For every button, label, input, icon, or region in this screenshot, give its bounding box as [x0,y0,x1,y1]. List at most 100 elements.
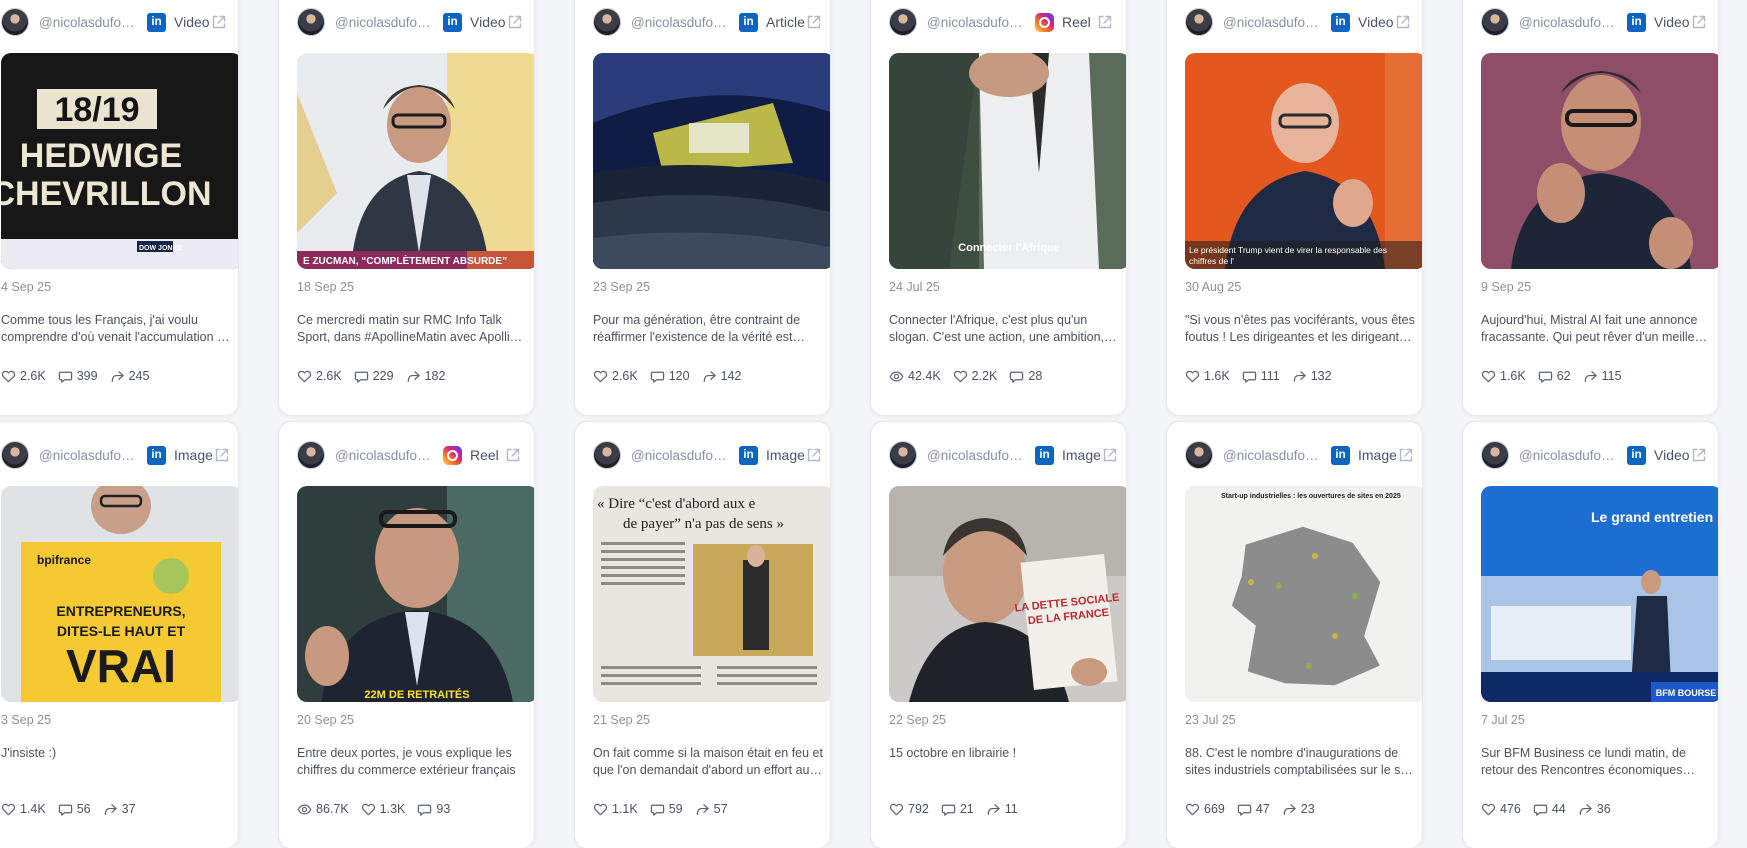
post-thumbnail[interactable]: Le président Trump vient de virer la res… [1185,53,1422,269]
stat-comments: 47 [1237,802,1270,817]
author-handle[interactable]: @nicolasdufourcq [927,448,1030,463]
linkedin-icon: in [443,12,462,32]
stat-likes: 1.6K [1481,369,1526,384]
author-handle[interactable]: @nicolasdufourcq [1223,15,1326,30]
external-link-icon[interactable] [1397,446,1415,464]
share-icon [111,370,124,382]
comment-icon [418,804,432,816]
author-handle[interactable]: @nicolasdufourcq [1519,15,1622,30]
stat-shares: 57 [695,802,728,817]
external-link-icon[interactable] [504,446,522,464]
stat-likes: 1.6K [1185,369,1230,384]
post-caption: "Si vous n'êtes pas vociférants, vous êt… [1185,313,1415,344]
stat-value: 142 [720,369,742,383]
stat-likes: 669 [1185,802,1225,817]
stat-value: 59 [668,802,683,816]
external-link-icon[interactable] [213,446,231,464]
author-handle[interactable]: @nicolasdufourcq [39,15,142,30]
post-thumbnail[interactable]: Connecter l'Afrique [889,53,1126,269]
external-link-icon[interactable] [805,13,823,31]
post-thumbnail[interactable] [1481,53,1718,269]
post-thumbnail[interactable]: 22M DE RETRAITÉS [297,486,534,702]
comment-icon [58,371,72,383]
stat-value: 2.6K [20,369,46,383]
post-card[interactable]: @nicolasdufourcq in Video 18/19 HEDWIGE … [0,0,239,416]
author-handle[interactable]: @nicolasdufourcq [335,15,438,30]
heart-icon [297,370,312,382]
post-stats: 1.4K 56 37 [1,800,148,818]
post-card[interactable]: @nicolasdufourcq Reel 22M DE RETRAITÉS 2… [278,421,535,848]
post-thumbnail[interactable]: E ZUCMAN, “COMPLÈTEMENT ABSURDE” [297,53,534,269]
author-handle[interactable]: @nicolasdufourcq [335,448,438,463]
stat-value: 792 [908,802,929,816]
author-handle[interactable]: @nicolasdufourcq [39,448,142,463]
post-thumbnail[interactable] [593,53,830,269]
avatar [1,8,29,36]
post-stats: 2.6K 229 182 [297,367,457,385]
post-type-label: Image [1062,447,1101,463]
stat-shares: 115 [1583,369,1622,384]
svg-text:18/19: 18/19 [54,91,139,129]
eye-icon [297,803,312,815]
post-card[interactable]: @nicolasdufourcq in Image Start-up indus… [1166,421,1423,848]
author-handle[interactable]: @nicolasdufourcq [1519,448,1622,463]
post-card[interactable]: @nicolasdufourcq in Article 23 Sep 25 Po… [574,0,831,416]
post-caption: Pour ma génération, être contraint de ré… [593,313,801,344]
external-link-icon[interactable] [210,13,228,31]
post-card[interactable]: @nicolasdufourcq in Image bpifrance ENTR… [0,421,239,848]
linkedin-icon: in [147,445,166,465]
svg-text:CHEVRILLON: CHEVRILLON [1,175,212,213]
post-card[interactable]: @nicolasdufourcq Reel Connecter l'Afriqu… [870,0,1127,416]
external-link-icon[interactable] [1101,446,1119,464]
share-icon [104,803,117,815]
post-card[interactable]: @nicolasdufourcq in Video Le président T… [1166,0,1423,416]
post-header: @nicolasdufourcq in Video [1185,7,1410,37]
linkedin-icon: in [1331,445,1350,465]
post-header: @nicolasdufourcq in Image [889,440,1117,470]
stat-value: 229 [372,369,394,383]
post-thumbnail[interactable]: LA DETTE SOCIALE DE LA FRANCE [889,486,1126,702]
post-card[interactable]: @nicolasdufourcq in Video Le grand entre… [1462,421,1719,848]
post-card[interactable]: @nicolasdufourcq in Image LA DETTE SOCIA… [870,421,1127,848]
stat-shares: 182 [406,369,445,384]
post-thumbnail[interactable]: bpifrance ENTREPRENEURS, DITES-LE HAUT E… [1,486,238,702]
author-handle[interactable]: @nicolasdufourcq [631,15,734,30]
stat-likes: 476 [1481,802,1521,817]
post-header: @nicolasdufourcq in Video [1,7,226,37]
stat-comments: 44 [1533,802,1566,817]
stat-shares: 23 [1282,802,1315,817]
author-handle[interactable]: @nicolasdufourcq [927,15,1030,30]
post-type-label: Video [470,14,506,30]
stat-value: 2.6K [316,369,342,383]
post-header: @nicolasdufourcq Reel [889,7,1114,37]
post-card[interactable]: @nicolasdufourcq in Video E ZUCMAN, “COM… [278,0,535,416]
external-link-icon[interactable] [1690,13,1708,31]
external-link-icon[interactable] [805,446,823,464]
post-date: 23 Sep 25 [593,280,650,294]
stat-likes: 2.6K [1,369,46,384]
linkedin-icon: in [739,12,758,32]
post-stats: 476 44 36 [1481,800,1623,818]
post-card[interactable]: @nicolasdufourcq in Video 9 Sep 25 Aujou… [1462,0,1719,416]
post-thumbnail[interactable]: Le grand entretien BFM BOURSE [1481,486,1718,702]
heart-icon [1,803,16,815]
external-link-icon[interactable] [506,13,524,31]
avatar [1185,441,1213,469]
author-handle[interactable]: @nicolasdufourcq [1223,448,1326,463]
stat-comments: 93 [417,802,450,817]
external-link-icon[interactable] [1096,13,1114,31]
post-header: @nicolasdufourcq in Video [1481,440,1706,470]
svg-text:E ZUCMAN, “COMPLÈTEMENT ABSURD: E ZUCMAN, “COMPLÈTEMENT ABSURDE” [303,254,507,267]
post-thumbnail[interactable]: 18/19 HEDWIGE CHEVRILLON DOW JONES [1,53,238,269]
comment-icon [650,804,664,816]
post-caption: Aujourd'hui, Mistral AI fait une annonce… [1481,313,1706,344]
stat-value: 42.4K [908,369,941,383]
external-link-icon[interactable] [1394,13,1412,31]
post-type-label: Reel [1062,14,1091,30]
external-link-icon[interactable] [1690,446,1708,464]
post-card[interactable]: @nicolasdufourcq in Image « Dire “c'est … [574,421,831,848]
post-type-label: Image [174,447,213,463]
author-handle[interactable]: @nicolasdufourcq [631,448,734,463]
post-thumbnail[interactable]: « Dire “c'est d'abord aux e de payer” n'… [593,486,830,702]
post-thumbnail[interactable]: Start-up industrielles : les ouvertures … [1185,486,1422,702]
